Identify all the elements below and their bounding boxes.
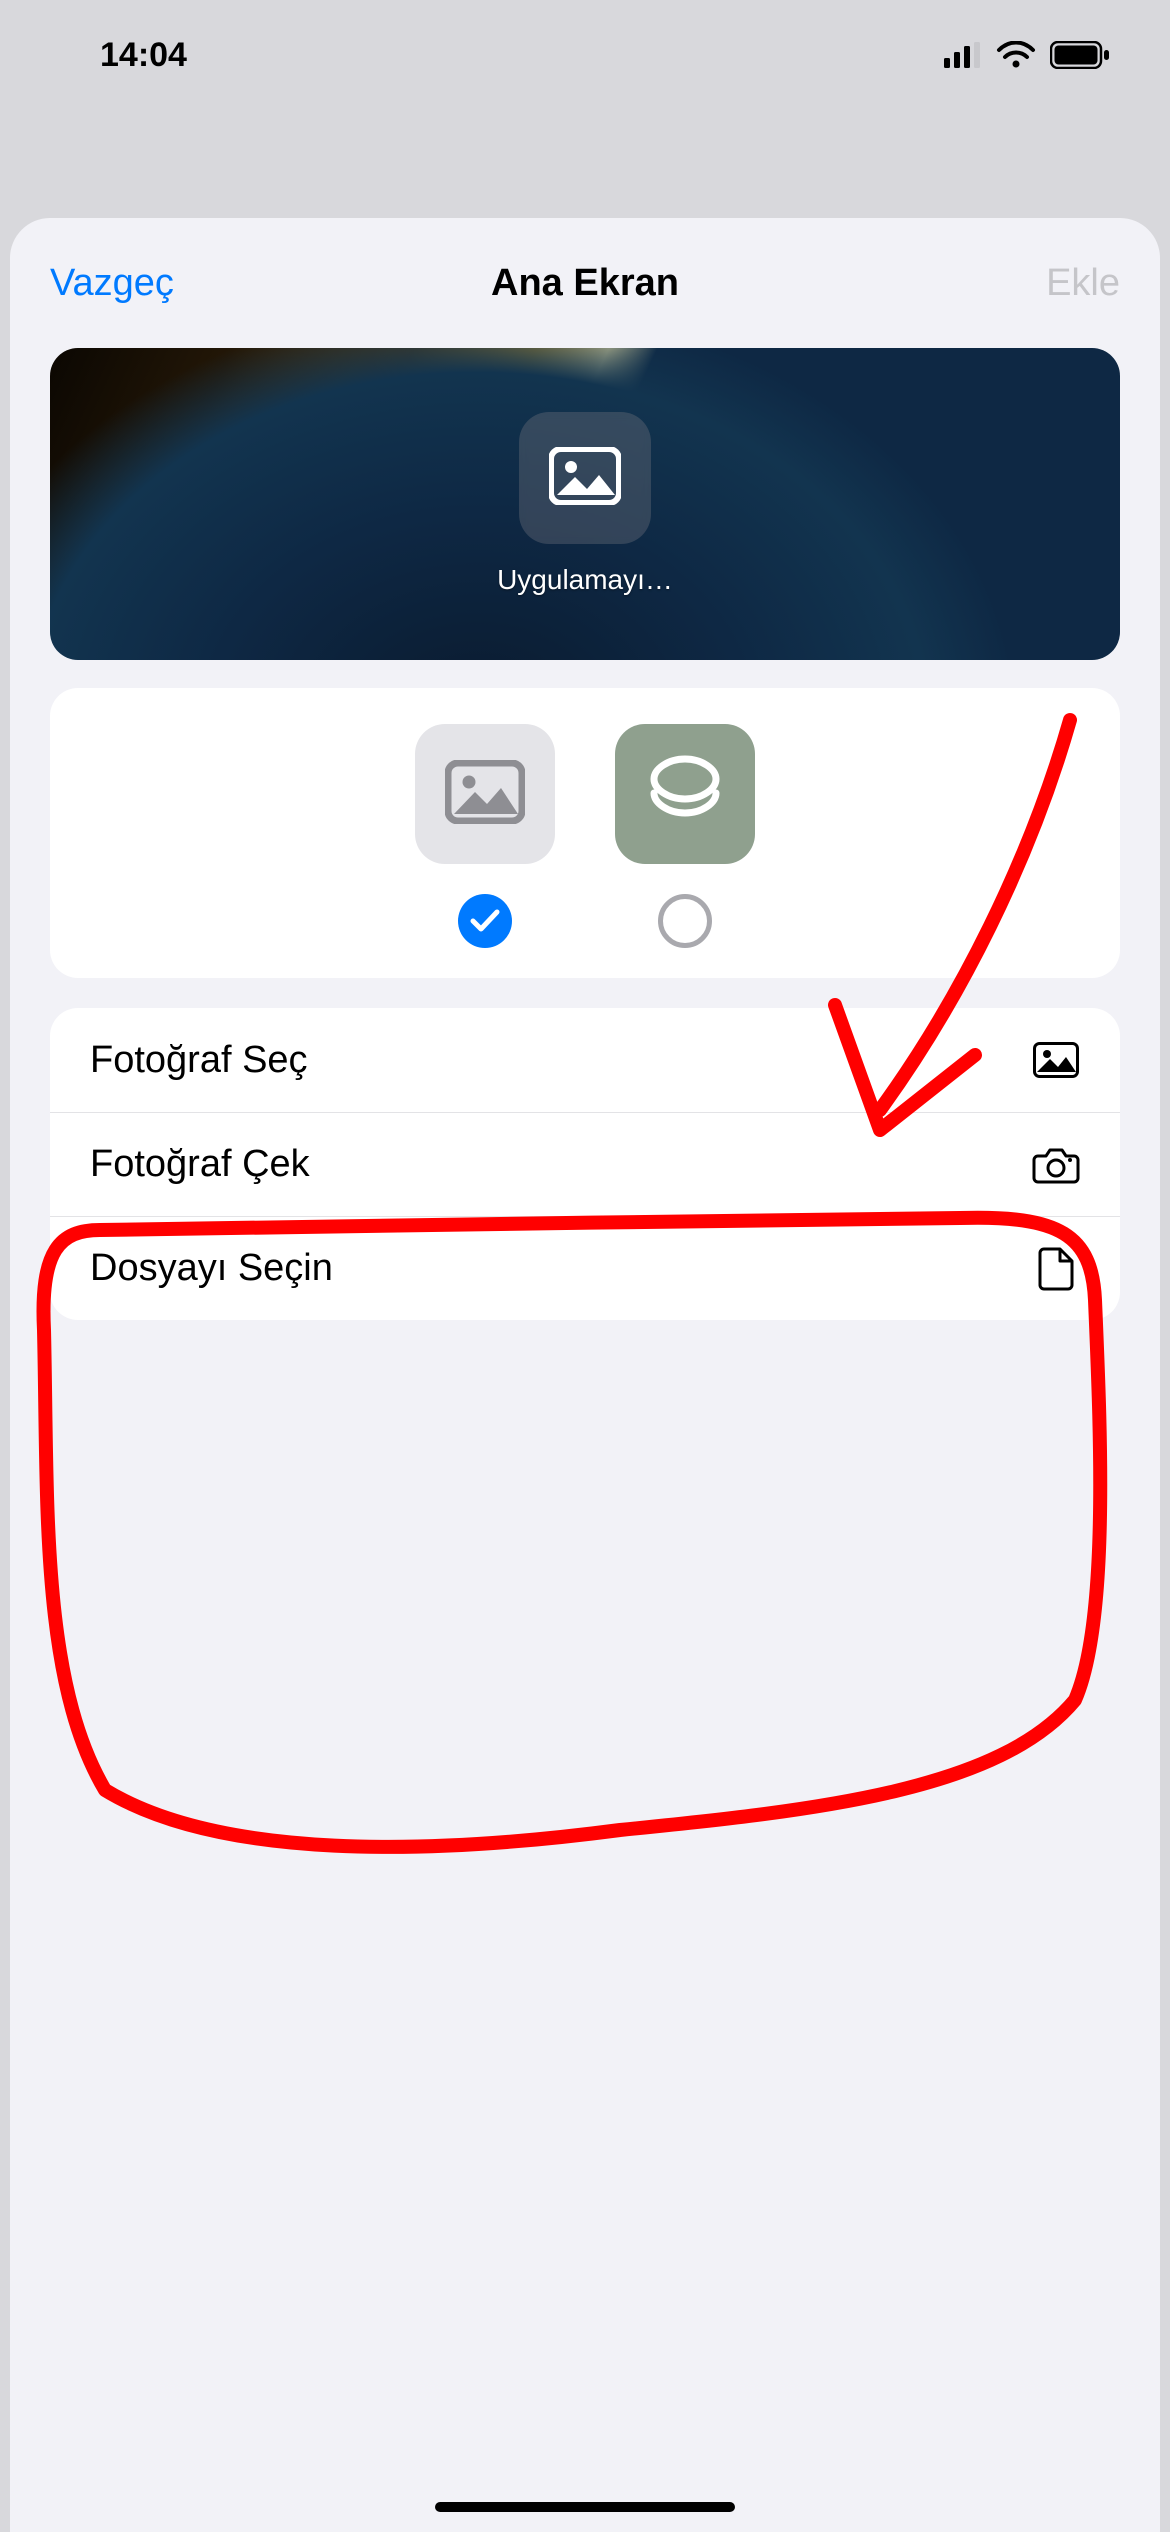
photo-icon [445, 760, 525, 829]
icon-option-photo-tile [415, 724, 555, 864]
image-source-menu: Fotoğraf Seç Fotoğraf Çek Dosyayı Seçin [50, 1008, 1120, 1320]
home-screen-preview: Uygulamayı… [50, 348, 1120, 660]
menu-item-label: Fotoğraf Çek [90, 1143, 310, 1186]
cellular-icon [944, 42, 982, 68]
status-bar: 14:04 [0, 0, 1170, 110]
menu-take-photo[interactable]: Fotoğraf Çek [50, 1112, 1120, 1216]
status-right [944, 41, 1110, 69]
wifi-icon [996, 41, 1036, 69]
icon-option-shortcut[interactable] [615, 724, 755, 948]
file-icon [1032, 1247, 1080, 1291]
cancel-button[interactable]: Vazgeç [10, 262, 214, 305]
radio-unselected-icon [658, 894, 712, 948]
photo-icon [1032, 1042, 1080, 1078]
shortcut-icon [644, 751, 726, 838]
radio-selected-icon [458, 894, 512, 948]
icon-style-picker [50, 688, 1120, 978]
menu-item-label: Fotoğraf Seç [90, 1039, 308, 1082]
status-time: 14:04 [100, 36, 187, 75]
photo-icon [549, 447, 621, 510]
battery-icon [1050, 41, 1110, 69]
add-button[interactable]: Ekle [1006, 262, 1160, 305]
app-icon-label: Uygulamayı… [497, 564, 673, 596]
menu-choose-photo[interactable]: Fotoğraf Seç [50, 1008, 1120, 1112]
app-icon-placeholder [519, 412, 651, 544]
home-indicator [435, 2502, 735, 2512]
nav-bar: Vazgeç Ana Ekran Ekle [10, 218, 1160, 348]
icon-option-photo[interactable] [415, 724, 555, 948]
menu-item-label: Dosyayı Seçin [90, 1247, 333, 1290]
menu-choose-file[interactable]: Dosyayı Seçin [50, 1216, 1120, 1320]
add-to-home-sheet: Vazgeç Ana Ekran Ekle Uygulamayı… [10, 218, 1160, 2532]
camera-icon [1032, 1146, 1080, 1184]
icon-option-shortcut-tile [615, 724, 755, 864]
